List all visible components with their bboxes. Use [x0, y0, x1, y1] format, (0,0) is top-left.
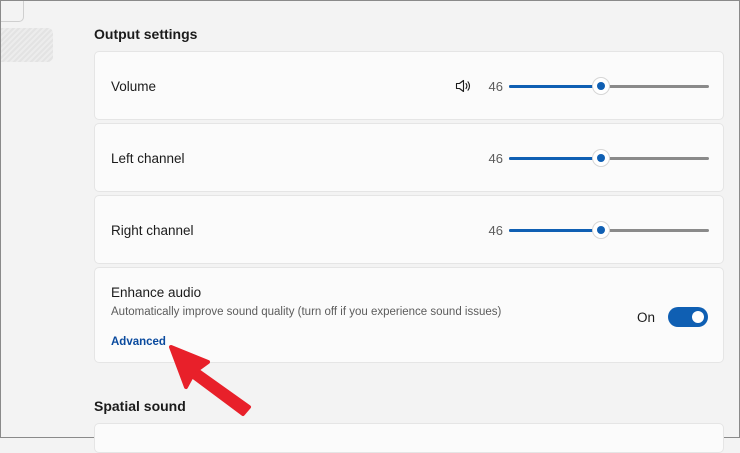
- volume-value: 46: [488, 79, 503, 94]
- left-channel-value: 46: [488, 151, 503, 166]
- left-channel-slider[interactable]: [509, 149, 709, 169]
- right-channel-value: 46: [488, 223, 503, 238]
- right-channel-slider-thumb[interactable]: [592, 221, 610, 239]
- volume-label: Volume: [111, 79, 157, 94]
- enhance-audio-description: Automatically improve sound quality (tur…: [111, 306, 502, 318]
- left-channel-slider-fill: [509, 157, 601, 160]
- right-channel-card: Right channel 46: [94, 195, 724, 264]
- spatial-sound-card[interactable]: [94, 423, 724, 453]
- enhance-audio-title: Enhance audio: [111, 285, 202, 300]
- annotation-arrow-icon: [169, 345, 251, 416]
- enhance-audio-toggle[interactable]: [668, 307, 708, 327]
- volume-card: Volume 46: [94, 51, 724, 120]
- enhance-audio-state-label: On: [637, 310, 656, 325]
- volume-slider-fill: [509, 85, 601, 88]
- left-channel-card: Left channel 46: [94, 123, 724, 192]
- volume-slider-thumb[interactable]: [592, 77, 610, 95]
- right-channel-slider[interactable]: [509, 221, 709, 241]
- sidebar-edge: [1, 1, 24, 22]
- volume-slider[interactable]: [509, 77, 709, 97]
- output-settings-heading: Output settings: [94, 26, 198, 42]
- right-channel-label: Right channel: [111, 223, 194, 238]
- advanced-link[interactable]: Advanced: [111, 336, 166, 348]
- left-channel-slider-thumb[interactable]: [592, 149, 610, 167]
- right-channel-slider-fill: [509, 229, 601, 232]
- toggle-knob: [692, 311, 704, 323]
- speaker-icon[interactable]: [455, 79, 471, 93]
- left-channel-label: Left channel: [111, 151, 185, 166]
- sidebar-selected-item[interactable]: [1, 28, 53, 62]
- settings-window: Output settings Volume 46 Left channel 4…: [0, 0, 740, 453]
